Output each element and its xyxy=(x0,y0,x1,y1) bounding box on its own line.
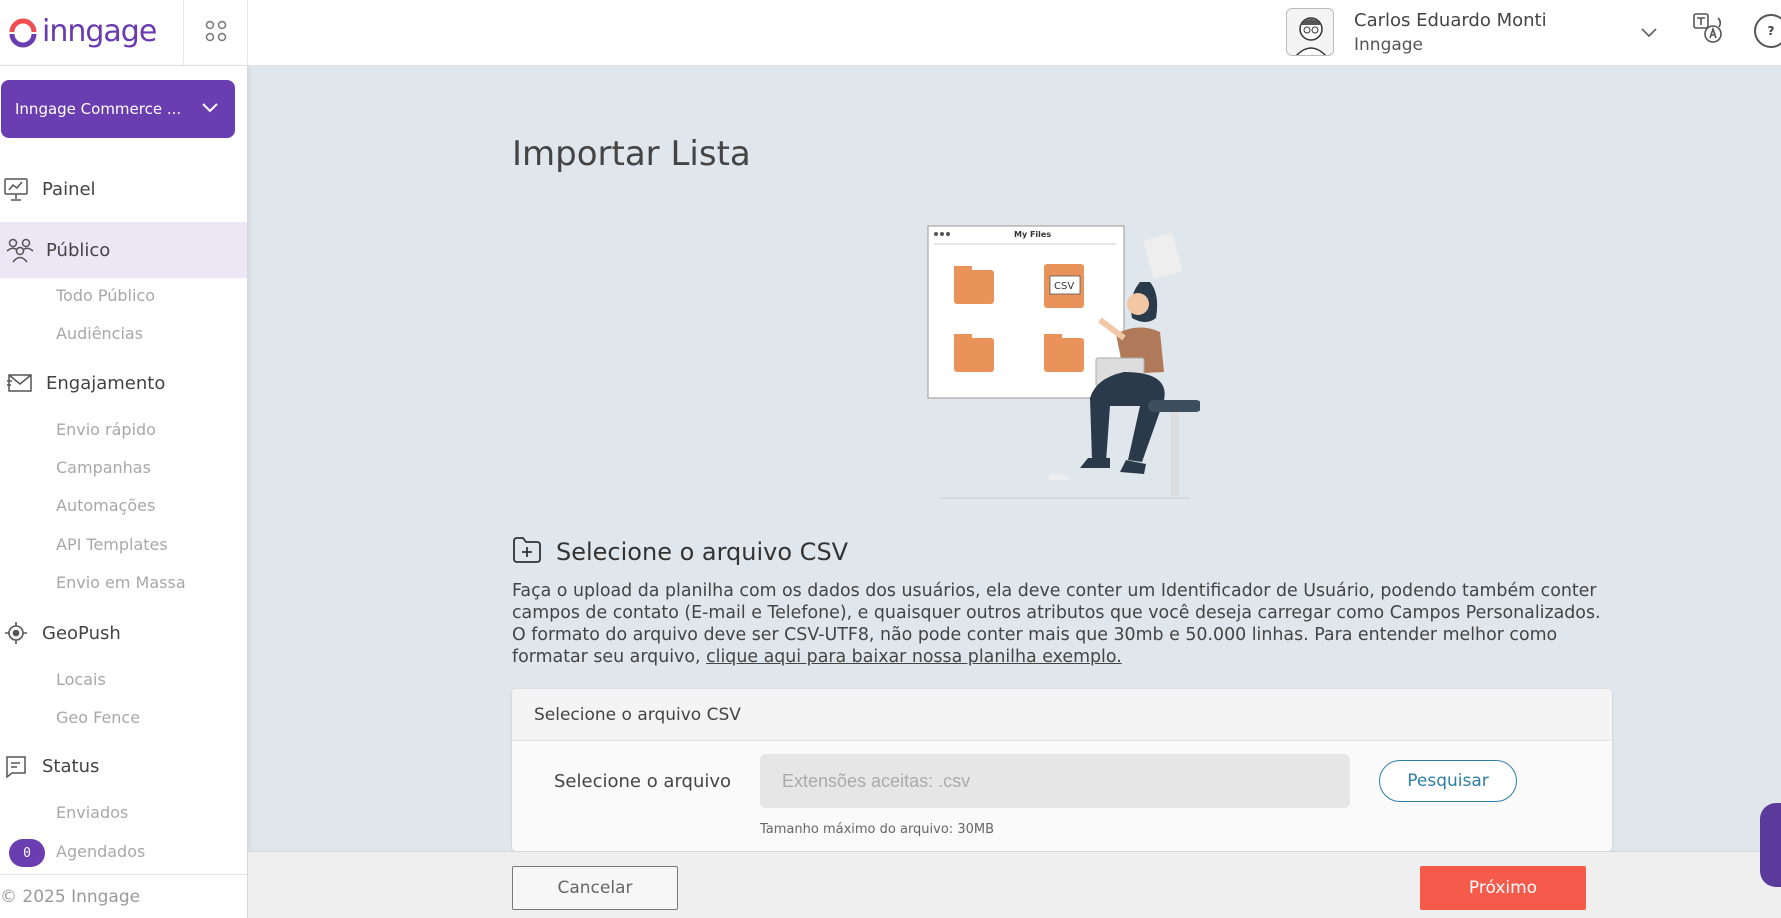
sidebar-subitem-campanhas[interactable]: Campanhas xyxy=(56,458,151,477)
sidebar-subitem-api-templates[interactable]: API Templates xyxy=(56,535,168,554)
sidebar-item-engajamento[interactable]: Engajamento xyxy=(0,361,247,405)
sidebar-item-label: GeoPush xyxy=(42,622,121,644)
scheduled-count-badge: 0 xyxy=(9,839,45,867)
sidebar-subitem-envio-em-massa[interactable]: Envio em Massa xyxy=(56,573,186,592)
sidebar-subitem-enviados[interactable]: Enviados xyxy=(56,803,128,822)
sidebar-item-label: Painel xyxy=(42,178,96,200)
sidebar-subitem-locais[interactable]: Locais xyxy=(56,670,106,689)
chevron-down-icon[interactable] xyxy=(1640,24,1658,43)
chat-widget-button[interactable] xyxy=(1760,803,1781,887)
sidebar-subitem-geo-fence[interactable]: Geo Fence xyxy=(56,708,140,727)
logo-text: inngage xyxy=(42,13,157,49)
inngage-logo-icon xyxy=(8,18,38,48)
browse-button[interactable]: Pesquisar xyxy=(1379,760,1517,802)
file-field-label: Selecione o arquivo xyxy=(554,771,732,792)
action-bar: Cancelar Próximo xyxy=(248,851,1781,918)
translate-icon[interactable] xyxy=(1692,12,1724,50)
engagement-icon xyxy=(4,367,36,399)
sidebar-item-status[interactable]: Status xyxy=(0,744,247,788)
status-icon xyxy=(0,750,32,782)
chevron-down-icon xyxy=(201,100,219,118)
sidebar-subitem-envio-rapido[interactable]: Envio rápido xyxy=(56,420,156,439)
section-title: Selecione o arquivo CSV xyxy=(556,538,849,566)
sidebar-item-label: Público xyxy=(46,239,111,261)
cancel-button[interactable]: Cancelar xyxy=(512,866,678,910)
logo[interactable]: inngage xyxy=(0,0,184,66)
download-sample-link[interactable]: clique aqui para baixar nossa planilha e… xyxy=(706,647,1122,667)
folder-add-icon xyxy=(512,536,542,568)
user-name: Carlos Eduardo Monti xyxy=(1354,9,1547,31)
help-button[interactable]: ? xyxy=(1754,14,1781,48)
location-target-icon xyxy=(0,617,32,649)
page-title: Importar Lista xyxy=(512,134,751,174)
description: Faça o upload da planilha com os dados d… xyxy=(512,580,1612,668)
card-header: Selecione o arquivo CSV xyxy=(512,689,1612,741)
section-header: Selecione o arquivo CSV xyxy=(512,536,848,568)
top-header: inngage Carlos Eduardo Monti Inngage ? xyxy=(0,0,1781,66)
account-selector-label: Inngage Commerce ... xyxy=(15,100,182,118)
presentation-chart-icon xyxy=(0,173,32,205)
copyright: © 2025 Inngage xyxy=(0,874,247,918)
user-org: Inngage xyxy=(1354,34,1424,55)
apps-grid-icon xyxy=(205,20,227,46)
sidebar-subitem-todo-publico[interactable]: Todo Público xyxy=(56,286,155,305)
people-icon xyxy=(4,234,36,266)
sidebar-item-label: Engajamento xyxy=(46,372,166,394)
sidebar-item-label: Status xyxy=(42,755,100,777)
illustration-file-label: CSV xyxy=(1054,281,1074,292)
illustration-window-title: My Files xyxy=(1014,230,1051,239)
upload-card: Selecione o arquivo CSV Selecione o arqu… xyxy=(512,689,1612,851)
max-size-hint: Tamanho máximo do arquivo: 30MB xyxy=(760,822,994,837)
avatar xyxy=(1286,8,1334,56)
next-button[interactable]: Próximo xyxy=(1420,866,1586,910)
sidebar-subitem-agendados[interactable]: Agendados xyxy=(56,842,145,861)
sidebar-subitem-automacoes[interactable]: Automações xyxy=(56,496,155,515)
file-path-input[interactable] xyxy=(760,754,1350,808)
account-selector[interactable]: Inngage Commerce ... xyxy=(1,80,235,138)
user-menu[interactable]: Carlos Eduardo Monti Inngage xyxy=(1286,8,1547,56)
csv-upload-illustration: My Files CSV xyxy=(920,222,1202,502)
apps-grid-button[interactable] xyxy=(184,0,248,66)
sidebar-item-publico[interactable]: Público xyxy=(0,222,247,278)
sidebar: Inngage Commerce ... Painel Público Todo… xyxy=(0,66,248,918)
sidebar-item-painel[interactable]: Painel xyxy=(0,167,247,211)
sidebar-item-geopush[interactable]: GeoPush xyxy=(0,611,247,655)
sidebar-subitem-audiencias[interactable]: Audiências xyxy=(56,324,143,343)
